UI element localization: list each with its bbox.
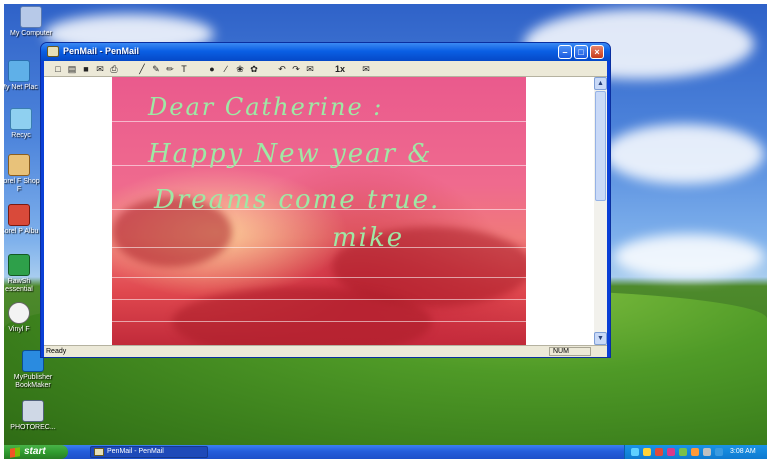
penmail-app-icon xyxy=(47,46,59,57)
toolbar: □ ▤ ■ ✉ ⎙ ╱ ✎ ✏ T ● ∕ ❀ ✿ ↶ ↷ ✉ 1x ✉ xyxy=(44,61,607,77)
open-icon[interactable]: ▤ xyxy=(66,63,78,75)
desktop: My Computer My Net Plac Recyc Corel F Sh… xyxy=(4,4,767,459)
desktop-icon-network[interactable]: My Net Plac xyxy=(4,60,42,92)
stamp-icon[interactable]: ❀ xyxy=(234,63,246,75)
ruled-line xyxy=(112,121,526,122)
ruled-line xyxy=(112,299,526,300)
desktop-icon-label: PHOTOREC... xyxy=(10,424,56,431)
letter-image[interactable]: Dear Catherine : Happy New year & Dreams… xyxy=(112,77,526,345)
minimize-button[interactable]: – xyxy=(558,45,572,59)
desktop-icon-my-computer[interactable]: My Computer xyxy=(8,6,54,38)
ruled-line xyxy=(112,321,526,322)
penmail-window: PenMail - PenMail – □ × □ ▤ ■ ✉ ⎙ ╱ ✎ ✏ T ● ∕ ❀ ✿ ↶ ↷ ✉… xyxy=(40,42,611,358)
computer-icon xyxy=(20,6,42,28)
gift-icon[interactable]: ✉ xyxy=(304,63,316,75)
handwritten-line-1: Dear Catherine : xyxy=(148,93,384,121)
scroll-thumb[interactable] xyxy=(595,91,606,201)
handwritten-line-2: Happy New year & xyxy=(148,139,433,169)
handwritten-line-3: Dreams come true. xyxy=(154,185,441,215)
new-icon[interactable]: □ xyxy=(52,63,64,75)
line-icon[interactable]: ∕ xyxy=(220,63,232,75)
desktop-icon-label: Corel F Shop F xyxy=(4,178,40,193)
handwritten-signature: mike xyxy=(332,223,405,253)
penmail-app-icon xyxy=(94,448,104,456)
scroll-up-button[interactable]: ▲ xyxy=(594,77,607,90)
corel-icon xyxy=(8,154,30,176)
close-button[interactable]: × xyxy=(590,45,604,59)
ruled-line xyxy=(112,277,526,278)
letter-canvas-area[interactable]: Dear Catherine : Happy New year & Dreams… xyxy=(44,77,607,345)
app-tray-icon[interactable] xyxy=(691,448,699,456)
num-lock-indicator: NUM xyxy=(549,347,591,356)
status-bar: Ready NUM xyxy=(44,345,607,357)
desktop-icon-rawshooter[interactable]: RawSh essential xyxy=(4,254,42,294)
desktop-icon-label: RawSh essential xyxy=(5,278,33,293)
system-tray: 3:08 AM xyxy=(624,445,767,459)
mail-icon[interactable]: ✉ xyxy=(360,63,372,75)
maximize-button[interactable]: □ xyxy=(574,45,588,59)
antivirus-tray-icon[interactable] xyxy=(655,448,663,456)
app-tray-icon[interactable] xyxy=(679,448,687,456)
taskbar-item-penmail[interactable]: PenMail - PenMail xyxy=(90,446,208,458)
desktop-icon-label: My Net Plac xyxy=(4,84,38,91)
zoom-1x-icon[interactable]: 1x xyxy=(332,63,348,75)
desktop-icon-label: Vinyl F xyxy=(8,326,30,333)
desktop-icon-label: MyPublisher BookMaker xyxy=(13,374,53,389)
envelope-icon[interactable]: ✉ xyxy=(94,63,106,75)
undo-icon[interactable]: ↶ xyxy=(276,63,288,75)
status-text: Ready xyxy=(46,348,67,355)
taskbar-item-label: PenMail - PenMail xyxy=(107,448,164,455)
app-tray-icon[interactable] xyxy=(715,448,723,456)
text-icon[interactable]: T xyxy=(178,63,190,75)
vertical-scrollbar[interactable]: ▲ ▼ xyxy=(594,77,607,345)
dot-icon[interactable]: ● xyxy=(206,63,218,75)
photorec-icon xyxy=(22,400,44,422)
title-bar[interactable]: PenMail - PenMail – □ × xyxy=(41,43,610,61)
desktop-icon-label: My Computer xyxy=(9,30,52,37)
recycle-bin-icon xyxy=(10,108,32,130)
taskbar: start PenMail - PenMail 3:08 AM xyxy=(4,445,767,459)
ruled-line xyxy=(112,247,526,248)
cloud xyxy=(604,124,764,184)
vinyl-icon xyxy=(8,302,30,324)
save-icon[interactable]: ■ xyxy=(80,63,92,75)
clock[interactable]: 3:08 AM xyxy=(730,445,756,459)
volume-tray-icon[interactable] xyxy=(703,448,711,456)
shield-tray-icon[interactable] xyxy=(643,448,651,456)
corel-album-icon xyxy=(8,204,30,226)
desktop-icon-label: Recyc xyxy=(11,132,31,139)
scroll-down-button[interactable]: ▼ xyxy=(594,332,607,345)
print-icon[interactable]: ⎙ xyxy=(108,63,120,75)
cloud xyxy=(614,234,764,279)
window-title: PenMail - PenMail xyxy=(63,46,140,56)
desktop-icon-label: Corel P Albu xyxy=(4,228,39,235)
network-tray-icon[interactable] xyxy=(631,448,639,456)
brush-icon[interactable]: ✏ xyxy=(164,63,176,75)
start-label: start xyxy=(24,446,46,457)
pen-icon[interactable]: ╱ xyxy=(136,63,148,75)
sticker-icon[interactable]: ✿ xyxy=(248,63,260,75)
desktop-icon-corel-photoshop[interactable]: Corel F Shop F xyxy=(4,154,42,194)
desktop-icon-recycle[interactable]: Recyc xyxy=(4,108,44,140)
desktop-icon-corel-album[interactable]: Corel P Albu xyxy=(4,204,42,236)
start-button[interactable]: start xyxy=(4,445,68,459)
app-tray-icon[interactable] xyxy=(667,448,675,456)
network-icon xyxy=(8,60,30,82)
desktop-icon-photorec[interactable]: PHOTOREC... xyxy=(10,400,56,432)
redo-icon[interactable]: ↷ xyxy=(290,63,302,75)
rawshooter-icon xyxy=(8,254,30,276)
windows-logo-icon xyxy=(10,447,20,458)
desktop-icon-vinyl[interactable]: Vinyl F xyxy=(4,302,42,334)
marker-icon[interactable]: ✎ xyxy=(150,63,162,75)
